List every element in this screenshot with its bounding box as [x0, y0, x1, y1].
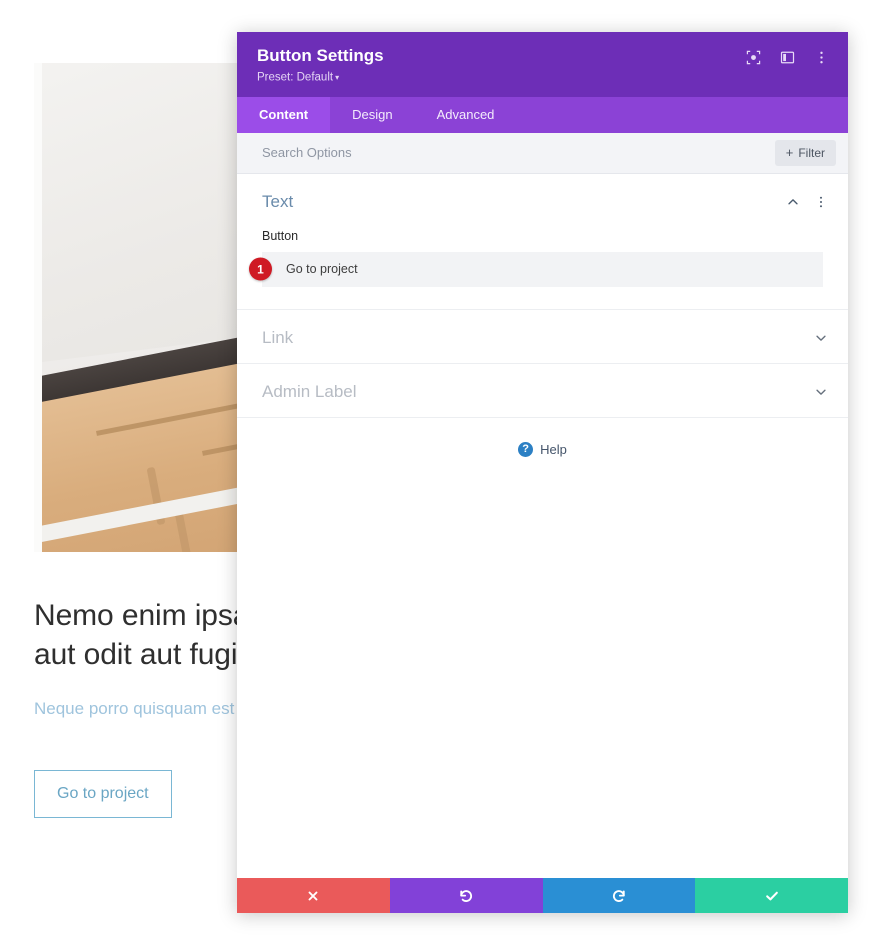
close-button[interactable] — [237, 878, 390, 913]
filter-button[interactable]: + Filter — [774, 139, 836, 166]
modal-footer — [237, 878, 848, 913]
button-text-field-wrap: 1 — [249, 251, 823, 287]
focus-icon[interactable] — [745, 49, 762, 66]
photo-left-edge — [34, 63, 42, 552]
section-link-actions — [814, 331, 828, 345]
undo-button[interactable] — [389, 878, 543, 913]
redo-button[interactable] — [542, 878, 696, 913]
button-settings-modal: Button Settings Preset: Default ▾ Conten… — [237, 32, 848, 913]
kebab-menu-icon[interactable] — [813, 49, 830, 66]
section-admin-label-title: Admin Label — [262, 381, 357, 401]
step-badge-1: 1 — [249, 257, 272, 281]
preset-selector[interactable]: Preset: Default ▾ — [257, 69, 384, 87]
section-link: Link — [237, 310, 848, 364]
layout-toggle-icon[interactable] — [779, 49, 796, 66]
section-link-title: Link — [262, 327, 294, 347]
chevron-up-icon[interactable] — [786, 195, 800, 209]
section-admin-label: Admin Label — [237, 364, 848, 418]
button-text-input[interactable] — [262, 251, 823, 287]
tab-advanced[interactable]: Advanced — [415, 97, 517, 133]
section-text-header[interactable]: Text — [237, 174, 848, 227]
chevron-down-icon[interactable] — [814, 331, 828, 345]
modal-title: Button Settings — [257, 46, 384, 65]
search-options-row: + Filter — [237, 132, 848, 174]
section-text-body: Button 1 — [237, 227, 848, 309]
search-input[interactable] — [262, 142, 662, 164]
tab-design[interactable]: Design — [330, 97, 414, 133]
caret-down-icon: ▾ — [335, 73, 340, 82]
modal-header-actions — [745, 45, 830, 66]
button-text-label: Button — [262, 228, 299, 243]
filter-button-label: Filter — [798, 145, 825, 160]
section-text: Text Button 1 Go to project — [237, 174, 848, 310]
modal-header: Button Settings Preset: Default ▾ — [237, 32, 848, 97]
section-kebab-menu-icon[interactable] — [814, 195, 828, 209]
section-admin-label-actions — [814, 385, 828, 399]
help-row[interactable]: ? Help — [237, 418, 848, 457]
modal-tabs: Content Design Advanced — [237, 96, 848, 133]
save-button[interactable] — [695, 878, 848, 913]
screenshot-root: Nemo enim ipsam aut odit aut fugit Neque… — [0, 0, 880, 941]
chevron-down-icon[interactable] — [814, 385, 828, 399]
help-label: Help — [540, 441, 567, 457]
tab-content[interactable]: Content — [237, 96, 331, 133]
plus-icon: + — [785, 144, 794, 160]
section-link-header[interactable]: Link — [237, 310, 848, 363]
project-cta-button[interactable]: Go to project — [34, 770, 172, 818]
modal-header-titles: Button Settings Preset: Default ▾ — [257, 45, 384, 87]
section-text-actions — [786, 195, 828, 209]
preset-label: Preset: Default — [257, 71, 334, 84]
modal-body[interactable]: Text Button 1 Go to project Link Admin L… — [237, 173, 848, 878]
section-admin-label-header[interactable]: Admin Label — [237, 364, 848, 417]
help-icon: ? — [518, 441, 534, 457]
section-text-title: Text — [262, 191, 294, 211]
